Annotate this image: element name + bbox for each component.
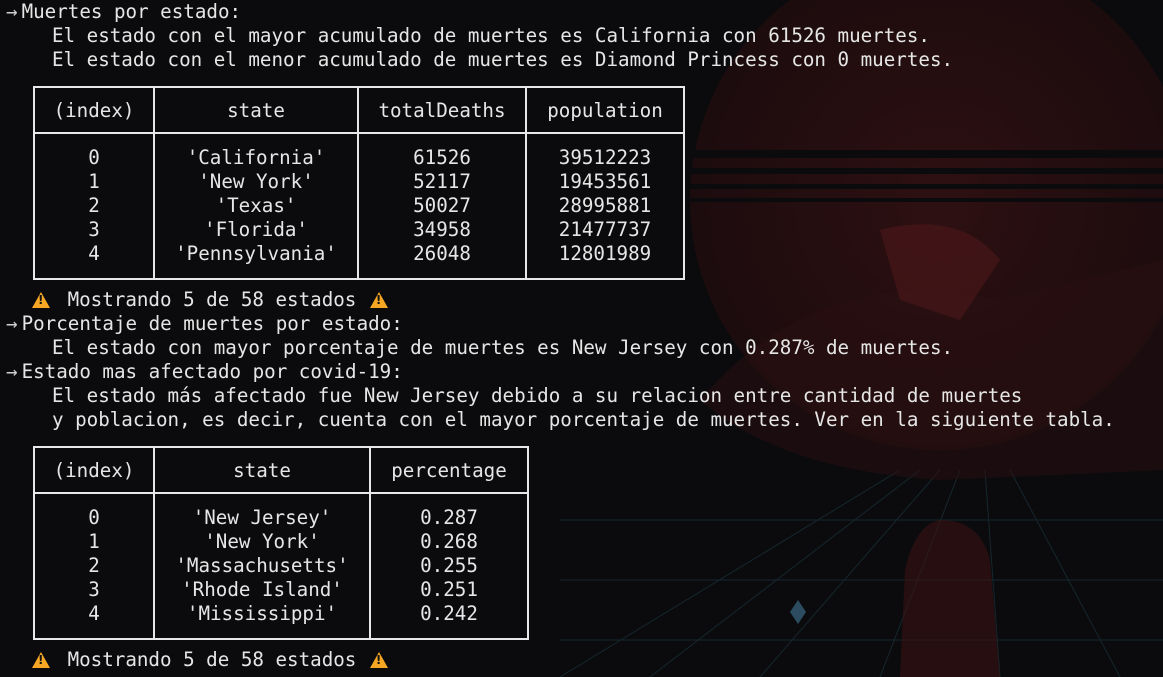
state-cell: 'California' bbox=[153, 133, 359, 170]
table-row: 1 'New York' 52117 19453561 bbox=[33, 170, 685, 194]
table-row: 0 'California' 61526 39512223 bbox=[33, 133, 685, 170]
state-cell: 'Texas' bbox=[153, 194, 359, 218]
index-cell: 4 bbox=[33, 242, 155, 279]
section-title: → Muertes por estado: bbox=[6, 0, 242, 23]
total-deaths-cell: 61526 bbox=[357, 133, 527, 170]
index-cell: 2 bbox=[33, 554, 155, 578]
column-header: state bbox=[153, 87, 359, 134]
section-title: → Estado mas afectado por covid-19: bbox=[6, 360, 403, 383]
column-header: totalDeaths bbox=[357, 87, 527, 134]
index-cell: 3 bbox=[33, 218, 155, 242]
table-header-row: (index) state percentage bbox=[33, 447, 529, 494]
showing-count-message: Mostrando 5 de 58 estados bbox=[30, 288, 394, 312]
state-cell: 'New Jersey' bbox=[153, 493, 371, 530]
warning-icon bbox=[369, 292, 388, 308]
state-cell: 'Mississippi' bbox=[153, 602, 371, 639]
population-cell: 21477737 bbox=[525, 218, 685, 242]
index-cell: 2 bbox=[33, 194, 155, 218]
table-row: 1 'New York' 0.268 bbox=[33, 530, 529, 554]
total-deaths-cell: 34958 bbox=[357, 218, 527, 242]
percentage-cell: 0.251 bbox=[369, 578, 529, 602]
total-deaths-cell: 52117 bbox=[357, 170, 527, 194]
arrow-right-icon: → bbox=[6, 0, 18, 23]
state-cell: 'Rhode Island' bbox=[153, 578, 371, 602]
warning-icon bbox=[369, 652, 388, 668]
table-row: 2 'Texas' 50027 28995881 bbox=[33, 194, 685, 218]
index-cell: 4 bbox=[33, 602, 155, 639]
index-cell: 0 bbox=[33, 493, 155, 530]
percentage-line: El estado con mayor porcentaje de muerte… bbox=[52, 336, 954, 359]
percentage-cell: 0.255 bbox=[369, 554, 529, 578]
table-header-row: (index) state totalDeaths population bbox=[33, 87, 685, 134]
index-cell: 1 bbox=[33, 530, 155, 554]
table-row: 3 'Florida' 34958 21477737 bbox=[33, 218, 685, 242]
percentage-cell: 0.287 bbox=[369, 493, 529, 530]
population-cell: 19453561 bbox=[525, 170, 685, 194]
max-deaths-line: El estado con el mayor acumulado de muer… bbox=[52, 24, 930, 47]
column-header: (index) bbox=[33, 447, 155, 494]
state-cell: 'Florida' bbox=[153, 218, 359, 242]
state-cell: 'New York' bbox=[153, 170, 359, 194]
population-cell: 12801989 bbox=[525, 242, 685, 279]
column-header: (index) bbox=[33, 87, 155, 134]
column-header: state bbox=[153, 447, 371, 494]
column-header: population bbox=[525, 87, 685, 134]
population-cell: 39512223 bbox=[525, 133, 685, 170]
arrow-right-icon: → bbox=[6, 312, 18, 335]
column-header: percentage bbox=[369, 447, 529, 494]
deaths-table: (index) state totalDeaths population 0 '… bbox=[33, 86, 685, 280]
percentage-table: (index) state percentage 0 'New Jersey' … bbox=[33, 446, 529, 640]
table-row: 2 'Massachusetts' 0.255 bbox=[33, 554, 529, 578]
table-row: 4 'Mississippi' 0.242 bbox=[33, 602, 529, 639]
table-row: 4 'Pennsylvania' 26048 12801989 bbox=[33, 242, 685, 279]
percentage-cell: 0.268 bbox=[369, 530, 529, 554]
percentage-cell: 0.242 bbox=[369, 602, 529, 639]
min-deaths-line: El estado con el menor acumulado de muer… bbox=[52, 48, 954, 71]
index-cell: 0 bbox=[33, 133, 155, 170]
state-cell: 'Massachusetts' bbox=[153, 554, 371, 578]
affected-line-2: y poblacion, es decir, cuenta con el may… bbox=[52, 408, 1115, 431]
section-title: → Porcentaje de muertes por estado: bbox=[6, 312, 403, 335]
total-deaths-cell: 26048 bbox=[357, 242, 527, 279]
state-cell: 'Pennsylvania' bbox=[153, 242, 359, 279]
index-cell: 3 bbox=[33, 578, 155, 602]
population-cell: 28995881 bbox=[525, 194, 685, 218]
table-row: 3 'Rhode Island' 0.251 bbox=[33, 578, 529, 602]
state-cell: 'New York' bbox=[153, 530, 371, 554]
showing-count-message: Mostrando 5 de 58 estados bbox=[30, 648, 394, 672]
total-deaths-cell: 50027 bbox=[357, 194, 527, 218]
index-cell: 1 bbox=[33, 170, 155, 194]
warning-icon bbox=[32, 652, 50, 668]
arrow-right-icon: → bbox=[6, 360, 18, 383]
affected-line-1: El estado más afectado fue New Jersey de… bbox=[52, 384, 1023, 407]
table-row: 0 'New Jersey' 0.287 bbox=[33, 493, 529, 530]
warning-icon bbox=[32, 292, 50, 308]
